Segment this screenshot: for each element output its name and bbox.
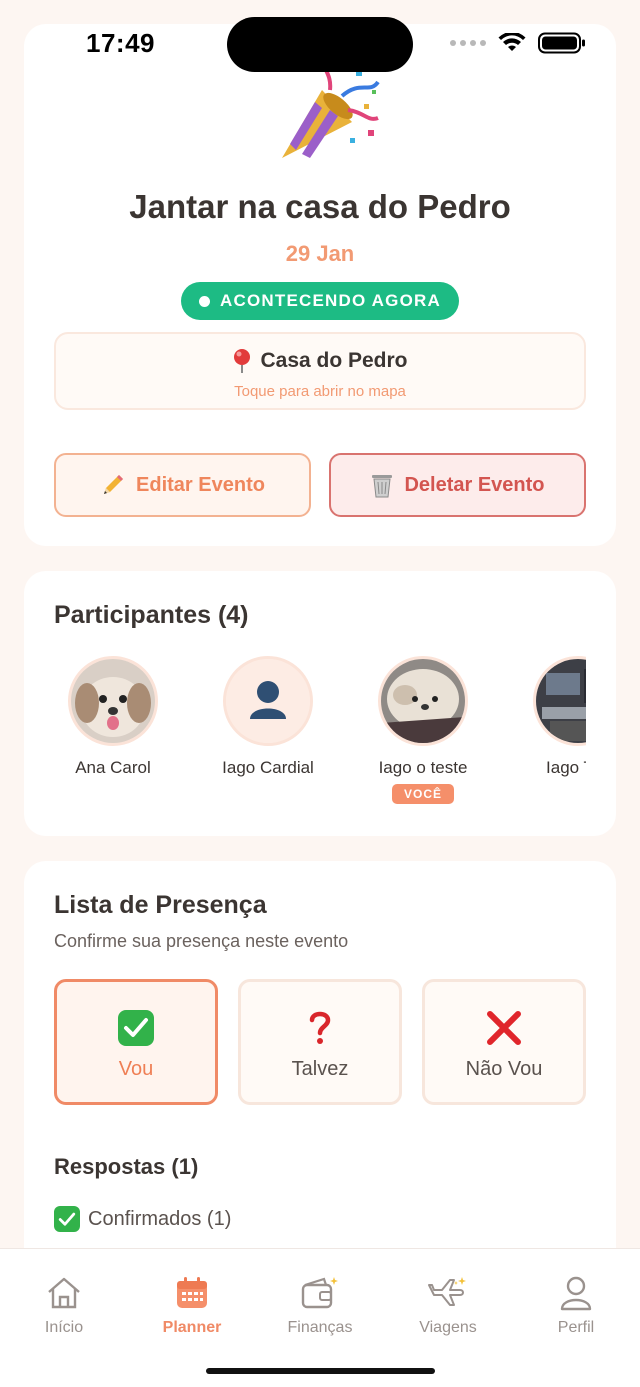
trash-icon — [372, 475, 393, 498]
participant-item[interactable]: Iago o teste VOCÊ — [353, 656, 493, 804]
confirmed-group-header[interactable]: Confirmados (1) — [54, 1206, 231, 1232]
status-bar: 17:49 — [0, 0, 640, 86]
status-icons — [450, 32, 586, 54]
participant-name: Iago Tes — [546, 758, 586, 777]
home-icon — [48, 1277, 80, 1309]
participants-title: Participantes (4) — [54, 601, 249, 629]
rsvp-going-button[interactable]: Vou — [54, 979, 218, 1105]
tab-perfil[interactable]: Perfil — [512, 1273, 640, 1337]
confirmed-label: Confirmados (1) — [88, 1207, 232, 1230]
delete-event-label: Deletar Evento — [404, 473, 545, 496]
location-hint: Toque para abrir no mapa — [234, 383, 406, 400]
presence-title: Lista de Presença — [54, 891, 267, 919]
pin-icon — [234, 349, 251, 373]
rsvp-maybe-button[interactable]: Talvez — [238, 979, 402, 1105]
dynamic-island — [227, 17, 413, 72]
avatar — [378, 656, 468, 746]
airplane-icon — [428, 1277, 466, 1306]
participant-item[interactable]: Iago Cardial — [198, 656, 338, 778]
wifi-icon — [498, 33, 526, 51]
participant-name: Iago Cardial — [222, 758, 314, 777]
pencil-icon — [104, 475, 124, 494]
check-icon — [118, 1010, 154, 1046]
edit-event-button[interactable]: Editar Evento — [54, 453, 311, 517]
participants-list[interactable]: Ana Carol Iago Cardial Iago o teste VOCÊ… — [54, 656, 586, 816]
rsvp-maybe-label: Talvez — [291, 1058, 349, 1080]
tab-financas[interactable]: Finanças — [256, 1273, 384, 1337]
question-icon — [309, 1011, 331, 1044]
tab-label: Perfil — [557, 1319, 595, 1336]
live-status-label: ACONTECENDO AGORA — [220, 291, 441, 310]
avatar — [533, 656, 586, 746]
event-title: Jantar na casa do Pedro — [129, 188, 511, 225]
cross-icon — [487, 1011, 521, 1045]
participant-item[interactable]: Iago Tes — [508, 656, 586, 778]
rsvp-not-going-label: Não Vou — [465, 1058, 543, 1080]
location-name-row: Casa do Pedro — [56, 348, 584, 374]
event-card: Jantar na casa do Pedro 29 Jan ACONTECEN… — [24, 24, 616, 546]
tab-label: Finanças — [287, 1319, 353, 1336]
check-icon — [54, 1206, 80, 1232]
tab-bar: Início Planner Finanças Viagens Perfil — [0, 1248, 640, 1387]
responses-title: Respostas (1) — [54, 1154, 199, 1179]
delete-event-button[interactable]: Deletar Evento — [329, 453, 586, 517]
location-box[interactable]: Casa do Pedro Toque para abrir no mapa — [54, 332, 586, 410]
tab-viagens[interactable]: Viagens — [384, 1273, 512, 1337]
location-name: Casa do Pedro — [260, 349, 408, 372]
tab-label: Início — [44, 1319, 84, 1336]
signal-icon — [450, 40, 486, 46]
avatar — [68, 656, 158, 746]
tab-label: Planner — [162, 1319, 222, 1336]
live-status-badge: ACONTECENDO AGORA — [181, 282, 459, 320]
rsvp-not-going-button[interactable]: Não Vou — [422, 979, 586, 1105]
presence-subtitle: Confirme sua presença neste evento — [54, 931, 349, 951]
presence-card: Lista de Presença Confirme sua presença … — [24, 861, 616, 1281]
avatar — [223, 656, 313, 746]
wallet-icon — [301, 1277, 338, 1309]
rsvp-going-label: Vou — [118, 1058, 154, 1080]
calendar-icon — [177, 1277, 207, 1308]
participant-name: Ana Carol — [75, 758, 151, 777]
person-icon — [560, 1276, 592, 1311]
live-dot-icon — [199, 295, 211, 307]
battery-icon — [538, 32, 585, 54]
participants-card: Participantes (4) Ana Carol Iago Cardial… — [24, 571, 616, 836]
status-time: 17:49 — [86, 28, 155, 58]
tab-planner[interactable]: Planner — [128, 1273, 256, 1337]
you-badge: VOCÊ — [391, 784, 454, 804]
tab-label: Viagens — [419, 1319, 477, 1336]
event-date: 29 Jan — [285, 241, 355, 266]
participant-name: Iago o teste — [378, 758, 468, 777]
tab-inicio[interactable]: Início — [0, 1273, 128, 1337]
home-indicator[interactable] — [206, 1368, 435, 1374]
edit-event-label: Editar Evento — [136, 473, 265, 496]
participant-item[interactable]: Ana Carol — [54, 656, 183, 778]
